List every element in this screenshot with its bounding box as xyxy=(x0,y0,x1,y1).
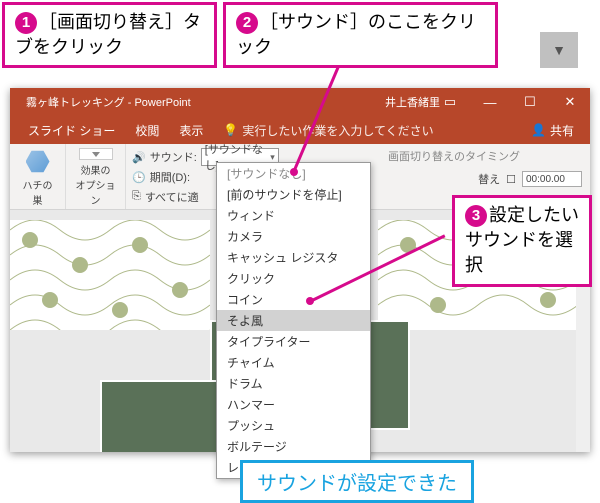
timing-value: 00:00.00 xyxy=(526,174,565,185)
timing-header: 画面切り替えのタイミング xyxy=(388,148,582,164)
apply-all-label: すべてに適 xyxy=(145,189,199,205)
callout-3-number: 3 xyxy=(465,205,487,227)
chevron-down-icon: ▾ xyxy=(270,152,275,163)
sound-option[interactable]: ドラム xyxy=(217,373,370,394)
maximize-button[interactable]: ☐ xyxy=(510,88,550,116)
duration-label: 期間(D): xyxy=(150,169,190,185)
share-icon: 👤 xyxy=(531,123,546,137)
callout-2-text: ［サウンド］のここをクリック xyxy=(236,12,476,57)
share-label: 共有 xyxy=(550,122,574,139)
sound-option[interactable]: ハンマー xyxy=(217,394,370,415)
leader-dot-3 xyxy=(306,297,314,305)
slide-pattern-left xyxy=(10,220,210,330)
ribbon-display-options-button[interactable]: ▭ xyxy=(430,88,470,116)
sound-option[interactable]: カメラ xyxy=(217,226,370,247)
tell-me-label: 実行したい作業を入力してください xyxy=(242,122,433,139)
window-title: 霧ヶ峰トレッキング - PowerPoint xyxy=(26,94,191,110)
tab-view[interactable]: 表示 xyxy=(169,122,213,139)
tab-review[interactable]: 校閲 xyxy=(125,122,169,139)
honeycomb-icon xyxy=(22,148,54,175)
minimize-button[interactable]: — xyxy=(470,88,510,116)
effect-options-button[interactable]: 効果の オプション xyxy=(66,144,126,209)
tab-slideshow[interactable]: スライド ショー xyxy=(18,122,125,139)
share-button[interactable]: 👤 共有 xyxy=(531,122,574,139)
effect-options-icon xyxy=(79,148,113,160)
leader-dot-2 xyxy=(290,168,298,176)
maximize-icon: ☐ xyxy=(524,94,536,110)
tell-me-box[interactable]: 💡 実行したい作業を入力してください xyxy=(223,122,433,139)
sound-option[interactable]: [前のサウンドを停止] xyxy=(217,184,370,205)
chevron-down-icon: ▼ xyxy=(552,42,566,58)
callout-1-text: ［画面切り替え］タブをクリック xyxy=(15,12,201,57)
ribbon-options-icon: ▭ xyxy=(444,94,456,110)
sound-icon: 🔊 xyxy=(132,151,146,164)
lightbulb-icon: 💡 xyxy=(223,123,238,137)
sound-label: サウンド: xyxy=(150,149,197,165)
callout-3: 3設定したいサウンドを選択 xyxy=(452,195,592,287)
honeycomb-label: ハチの巣 xyxy=(18,177,57,207)
sound-option[interactable]: クリック xyxy=(217,268,370,289)
checkbox-icon[interactable]: ☐ xyxy=(506,173,516,186)
sound-option[interactable]: タイプライター xyxy=(217,331,370,352)
sound-option[interactable]: そよ風 xyxy=(217,310,370,331)
effect-options-label: 効果の オプション xyxy=(74,162,117,207)
sound-option[interactable]: コイン xyxy=(217,289,370,310)
sound-option[interactable]: ウィンド xyxy=(217,205,370,226)
sound-option[interactable]: チャイム xyxy=(217,352,370,373)
sound-dropdown-list: [サウンドなし][前のサウンドを停止]ウィンドカメラキャッシュ レジスタクリック… xyxy=(216,162,371,479)
callout-2: 2［サウンド］のここをクリック xyxy=(223,2,498,68)
timing-value-box[interactable]: 00:00.00 xyxy=(522,171,582,187)
result-caption: サウンドが設定できた xyxy=(240,460,474,503)
title-bar: 霧ヶ峰トレッキング - PowerPoint 井上香緒里 ▭ — ☐ ✕ xyxy=(10,88,590,116)
callout-1: 1［画面切り替え］タブをクリック xyxy=(2,2,217,68)
transition-honeycomb[interactable]: ハチの巣 xyxy=(10,144,66,209)
minimize-icon: — xyxy=(484,95,497,110)
page-down-button[interactable]: ▼ xyxy=(540,32,578,68)
clock-icon: 🕒 xyxy=(132,171,146,184)
callout-1-number: 1 xyxy=(15,12,37,34)
timing-change-label: 替え xyxy=(478,171,500,187)
close-button[interactable]: ✕ xyxy=(550,88,590,116)
ribbon-tab-bar: スライド ショー 校閲 表示 💡 実行したい作業を入力してください 👤 共有 xyxy=(10,116,590,144)
close-icon: ✕ xyxy=(565,94,576,110)
callout-2-number: 2 xyxy=(236,12,258,34)
sound-option[interactable]: プッシュ xyxy=(217,415,370,436)
sound-option[interactable]: キャッシュ レジスタ xyxy=(217,247,370,268)
sound-option[interactable]: ボルテージ xyxy=(217,436,370,457)
apply-all-icon: ⎘ xyxy=(132,190,141,203)
